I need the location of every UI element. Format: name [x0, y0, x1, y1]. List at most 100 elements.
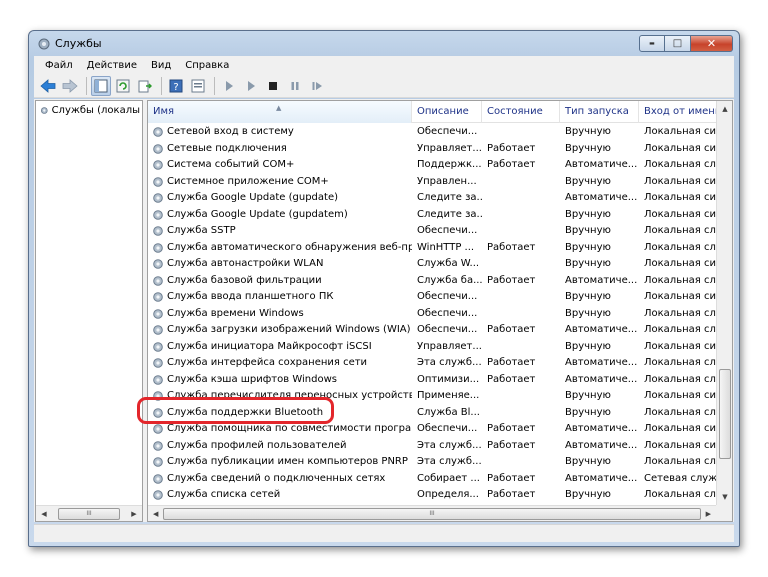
- cell-startup-type: Вручную: [565, 225, 611, 236]
- gear-icon: [153, 473, 163, 484]
- column-header-description[interactable]: Описание: [412, 101, 482, 123]
- stop-service-button[interactable]: [263, 76, 283, 96]
- console-tree-button[interactable]: [91, 75, 111, 96]
- table-row[interactable]: Служба инициатора Майкрософт iSCSI Управл…: [148, 339, 729, 356]
- cell-startup-type: Автоматиче...: [565, 357, 638, 368]
- column-header-row: Имя ▲ Описание Состояние Тип запуска Вход…: [148, 101, 729, 123]
- scroll-right-icon[interactable]: ▶: [126, 506, 142, 522]
- cell-startup-type: Вручную: [565, 390, 611, 401]
- cell-name: Служба списка сетей: [148, 487, 412, 504]
- table-row[interactable]: Служба профилей пользователей Эта служб..…: [148, 438, 729, 455]
- table-row[interactable]: Служба времени Windows Обеспечи... Вручную…: [148, 306, 729, 323]
- column-header-startup-type[interactable]: Тип запуска: [560, 101, 639, 123]
- bluetooth-highlight-annotation: [137, 397, 334, 424]
- list-horizontal-scrollbar[interactable]: ◀ III ▶: [148, 505, 716, 521]
- table-row[interactable]: Служба SSTP Обеспечи... Вручную Локальная с…: [148, 223, 729, 240]
- gear-icon: [153, 143, 163, 154]
- pause-service-button[interactable]: [285, 76, 305, 96]
- vertical-scrollbar[interactable]: ▲ ▼: [716, 101, 732, 505]
- table-row[interactable]: Служба Google Update (gupdate) Следите за…: [148, 190, 729, 207]
- table-row[interactable]: Служба Google Update (gupdatem) Следите з…: [148, 207, 729, 224]
- cell-status: [482, 174, 560, 191]
- back-button[interactable]: [38, 76, 58, 96]
- cell-status: [482, 306, 560, 323]
- cell-name: Служба публикации имен компьютеров PNRP: [148, 454, 412, 471]
- table-row[interactable]: Служба автонастройки WLAN Служба W... Вруч…: [148, 256, 729, 273]
- close-icon: ✕: [706, 37, 717, 50]
- toolbar-separator: [161, 76, 162, 95]
- close-button[interactable]: ✕: [691, 35, 733, 52]
- gear-icon: [153, 160, 163, 171]
- table-row[interactable]: Системное приложение COM+ Управлен... Вруч…: [148, 174, 729, 191]
- scroll-up-icon[interactable]: ▲: [717, 101, 732, 117]
- gear-icon: [153, 440, 163, 451]
- cell-startup-type: Автоматиче...: [565, 423, 638, 434]
- gear-icon: [153, 308, 163, 319]
- back-icon: [40, 78, 56, 93]
- cell-startup-type: Вручную: [565, 291, 611, 302]
- table-row[interactable]: Служба кэша шрифтов Windows Оптимизи... Ра…: [148, 372, 729, 389]
- help-button[interactable]: ?: [166, 76, 186, 96]
- cell-description: Служба ба...: [417, 274, 482, 286]
- scroll-down-icon[interactable]: ▼: [717, 489, 732, 505]
- gear-icon: [153, 193, 163, 204]
- start-service-button[interactable]: [219, 76, 239, 96]
- menu-action[interactable]: Действие: [80, 60, 144, 71]
- service-name: Служба загрузки изображений Windows (WIA…: [167, 324, 411, 335]
- column-header-status[interactable]: Состояние: [482, 101, 560, 123]
- export-list-button[interactable]: [135, 76, 155, 96]
- start-service-alt-button[interactable]: [241, 76, 261, 96]
- start-icon: [226, 80, 233, 91]
- minimize-icon: ▬: [649, 40, 655, 47]
- tree-horizontal-scrollbar[interactable]: ◀ III ▶: [36, 505, 142, 521]
- cell-status: [482, 388, 560, 405]
- gear-icon: [153, 341, 163, 352]
- table-row[interactable]: Служба списка сетей Определя... Работает Вр…: [148, 487, 729, 504]
- cell-status: [482, 339, 560, 356]
- table-row[interactable]: Служба ввода планшетного ПК Обеспечи... Вр…: [148, 289, 729, 306]
- menu-view[interactable]: Вид: [144, 60, 178, 71]
- service-name: Служба ввода планшетного ПК: [167, 291, 334, 302]
- table-row[interactable]: Служба сведений о подключенных сетях Соби…: [148, 471, 729, 488]
- column-header-name[interactable]: Имя ▲: [148, 101, 412, 123]
- scroll-left-icon[interactable]: ◀: [148, 506, 163, 522]
- table-row[interactable]: Служба публикации имен компьютеров PNRP Э…: [148, 454, 729, 471]
- cell-status: [482, 289, 560, 306]
- table-row[interactable]: Служба загрузки изображений Windows (WIA…: [148, 322, 729, 339]
- cell-name: Служба Google Update (gupdate): [148, 190, 412, 207]
- refresh-button[interactable]: [113, 76, 133, 96]
- table-row[interactable]: Сетевой вход в систему Обеспечи... Вручную…: [148, 124, 729, 141]
- service-name: Система событий COM+: [167, 159, 295, 170]
- vertical-scroll-thumb[interactable]: [719, 369, 731, 459]
- properties-button[interactable]: [188, 76, 208, 96]
- cell-status: [482, 190, 560, 207]
- table-row[interactable]: Сетевые подключения Управляет... Работает В…: [148, 141, 729, 158]
- title-bar[interactable]: Службы ▬ □ ✕: [29, 31, 739, 57]
- tree-item-services-local[interactable]: Службы (локалы: [40, 104, 140, 117]
- service-name: Служба публикации имен компьютеров PNRP: [167, 456, 408, 467]
- restart-service-button[interactable]: [307, 76, 327, 96]
- scroll-left-icon[interactable]: ◀: [36, 506, 52, 522]
- table-row[interactable]: Система событий COM+ Поддержк... Работает А…: [148, 157, 729, 174]
- cell-description: Обеспечи...: [417, 126, 478, 137]
- sort-ascending-icon: ▲: [276, 104, 282, 112]
- menu-help[interactable]: Справка: [178, 60, 236, 71]
- maximize-button[interactable]: □: [665, 35, 691, 52]
- forward-button[interactable]: [60, 76, 80, 96]
- scroll-thumb[interactable]: III: [58, 507, 120, 520]
- scrollbar-corner: [716, 505, 732, 521]
- minimize-button[interactable]: ▬: [639, 35, 665, 52]
- start-alt-icon: [248, 80, 255, 91]
- cell-description: Следите за...: [417, 208, 482, 220]
- table-row[interactable]: Служба интерфейса сохранения сети Эта слу…: [148, 355, 729, 372]
- cell-description: Определя...: [417, 489, 479, 500]
- service-name: Служба SSTP: [167, 225, 236, 236]
- gear-icon: [153, 242, 163, 253]
- cell-name: Служба времени Windows: [148, 306, 412, 323]
- cell-startup-type: Вручную: [565, 241, 611, 253]
- menu-file[interactable]: Файл: [38, 60, 80, 71]
- table-row[interactable]: Служба базовой фильтрации Служба ба... Раб…: [148, 273, 729, 290]
- table-row[interactable]: Служба автоматического обнаружения веб-п…: [148, 240, 729, 257]
- scroll-right-icon[interactable]: ▶: [701, 506, 716, 522]
- scroll-thumb[interactable]: III: [163, 507, 701, 520]
